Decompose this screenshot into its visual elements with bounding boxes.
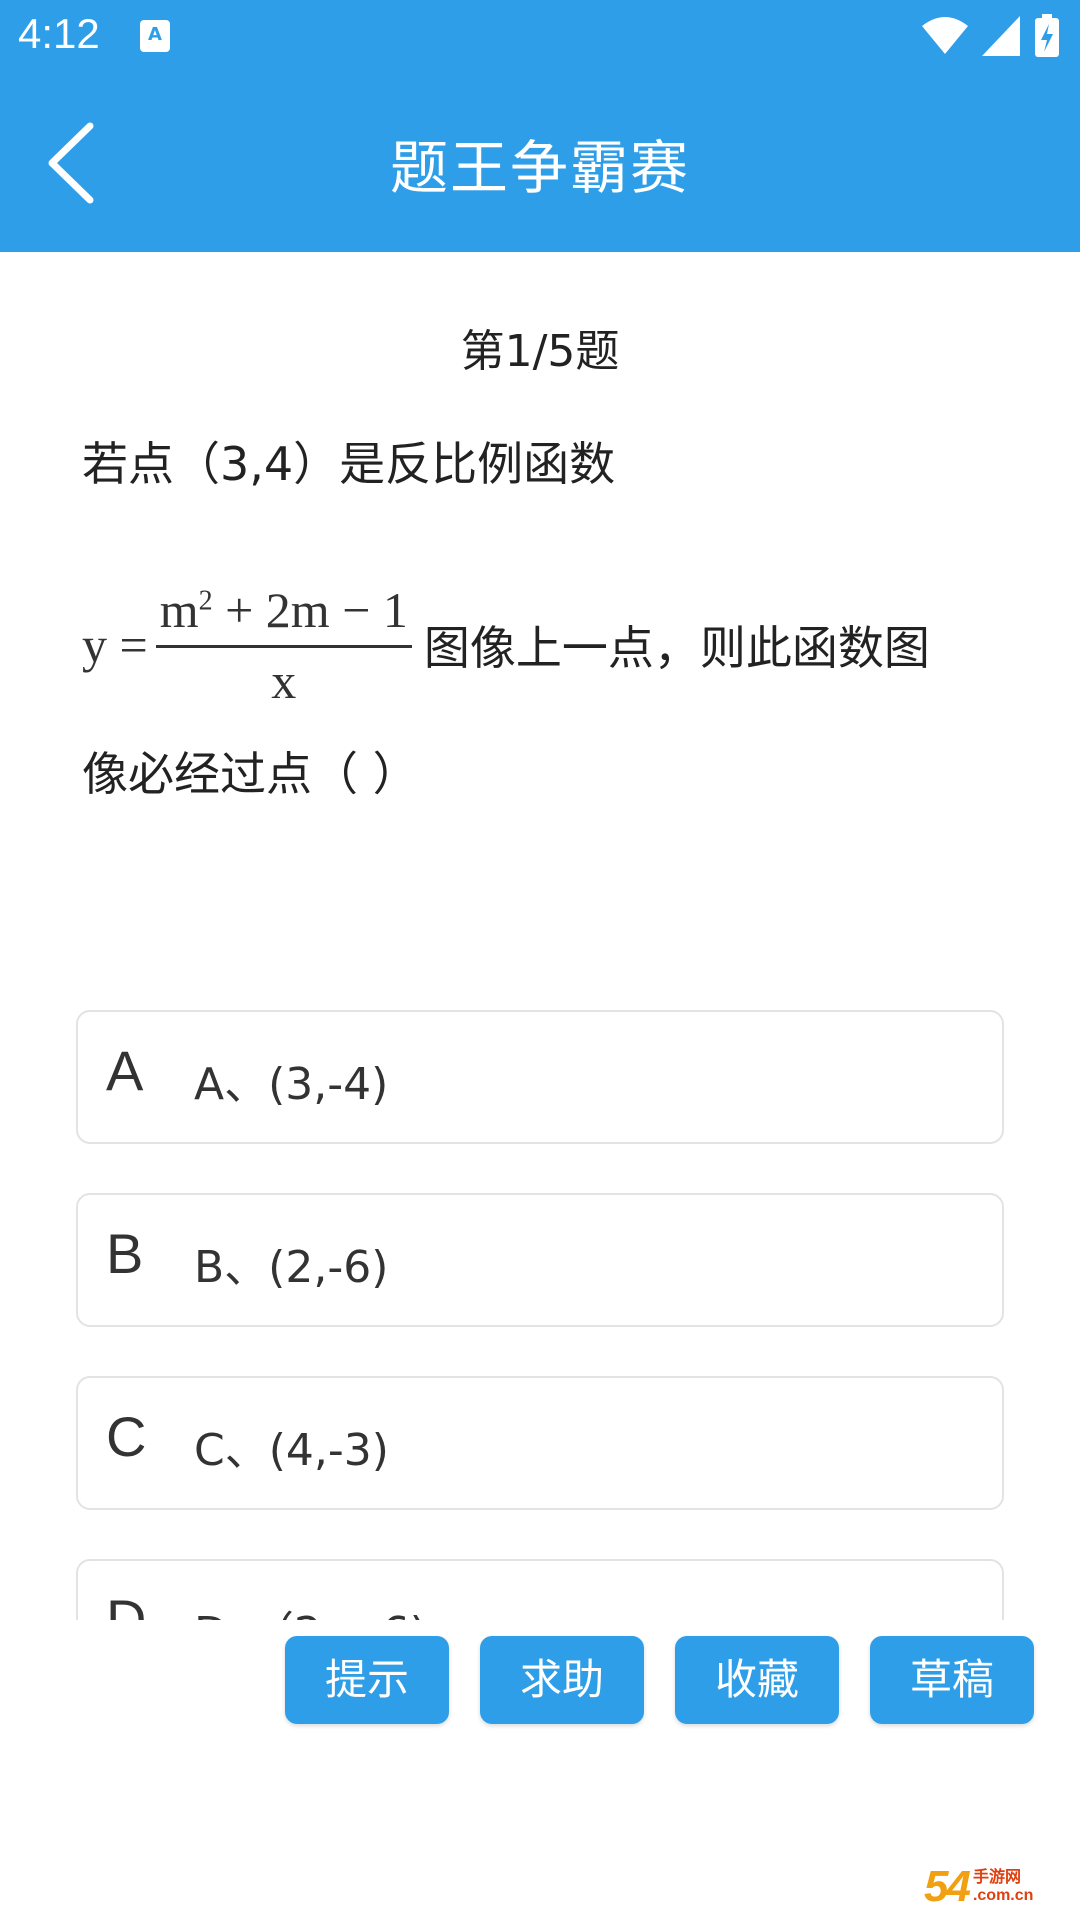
option-letter: A bbox=[106, 1039, 144, 1102]
watermark-text: 手游网 .com.cn bbox=[973, 1869, 1033, 1905]
status-icons bbox=[922, 14, 1060, 58]
option-text: B、(2,-6) bbox=[194, 1242, 389, 1293]
help-button[interactable]: 求助 bbox=[480, 1636, 644, 1724]
page-title: 题王争霸赛 bbox=[389, 134, 690, 202]
notification-icon: A bbox=[140, 20, 170, 52]
question-progress: 第1/5题 bbox=[460, 326, 620, 377]
question-formula-row: y = m2 + 2m − 1 x 图像上一点，则此函数图 bbox=[82, 560, 1012, 730]
watermark-text-bottom: .com.cn bbox=[972, 1887, 1034, 1904]
option-b[interactable]: B B、(2,-6) bbox=[76, 1193, 1004, 1327]
option-letter: B bbox=[106, 1222, 144, 1285]
formula-numerator-exp: 2 bbox=[198, 584, 213, 616]
option-text: C、(4,-3) bbox=[194, 1425, 389, 1476]
app-bar: 题王争霸赛 bbox=[0, 76, 1080, 252]
draft-button[interactable]: 草稿 bbox=[870, 1636, 1034, 1724]
signal-icon bbox=[982, 16, 1020, 56]
option-letter: C bbox=[106, 1405, 147, 1468]
option-text: D、（2，-6) bbox=[194, 1597, 427, 1620]
options-list: A A、(3,-4) B B、(2,-6) C C、(4,-3) D D、（2，… bbox=[0, 990, 1080, 1620]
option-letter: D bbox=[106, 1588, 147, 1620]
formula-numerator-rest: + 2m − 1 bbox=[225, 581, 408, 638]
question-text-line1: 若点（3,4）是反比例函数 bbox=[82, 437, 616, 491]
question-text-line3: 像必经过点（ ） bbox=[82, 747, 419, 801]
option-a[interactable]: A A、(3,-4) bbox=[76, 1010, 1004, 1144]
formula-numerator-base: m bbox=[159, 581, 199, 638]
status-time: 4:12 bbox=[18, 10, 100, 57]
favorite-button[interactable]: 收藏 bbox=[675, 1636, 839, 1724]
status-bar: 4:12 A bbox=[0, 0, 1080, 76]
option-text: A、(3,-4) bbox=[194, 1059, 389, 1110]
hint-button[interactable]: 提示 bbox=[285, 1636, 449, 1724]
watermark-number: 54 bbox=[924, 1862, 971, 1911]
battery-charging-icon bbox=[1035, 14, 1059, 57]
formula-fraction: m2 + 2m − 1 x bbox=[155, 581, 412, 710]
formula-numerator: m2 + 2m − 1 bbox=[155, 581, 412, 648]
question-text-after-formula: 图像上一点，则此函数图 bbox=[423, 621, 930, 675]
formula-denominator: x bbox=[271, 652, 297, 709]
option-d[interactable]: D D、（2，-6) bbox=[76, 1559, 1004, 1620]
watermark-logo: 54 手游网 .com.cn bbox=[924, 1860, 1074, 1914]
wifi-icon bbox=[922, 17, 968, 54]
option-c[interactable]: C C、(4,-3) bbox=[76, 1376, 1004, 1510]
formula-image: y = m2 + 2m − 1 x bbox=[82, 581, 412, 710]
watermark-text-top: 手游网 bbox=[972, 1869, 1021, 1886]
formula-lhs: y = bbox=[82, 617, 148, 673]
